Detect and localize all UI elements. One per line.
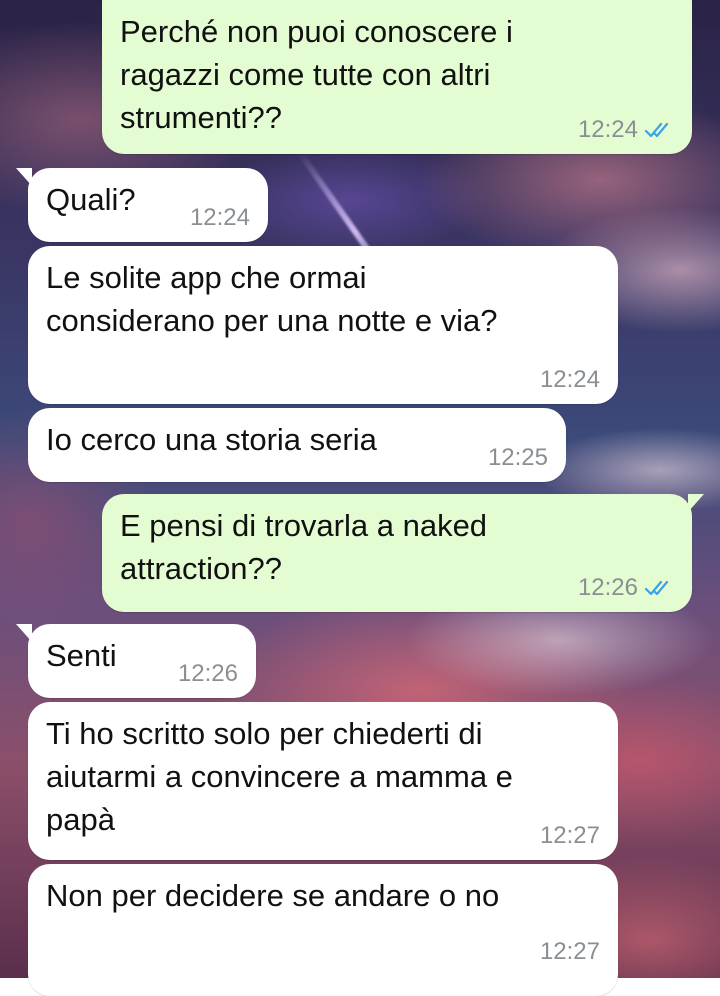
bubble-tail — [688, 494, 704, 512]
message-text: Le solite app che ormai considerano per … — [46, 260, 498, 338]
message-meta: 12:25 — [488, 444, 548, 472]
message-meta: 12:27 — [540, 822, 600, 850]
message-meta: 12:24 — [190, 204, 250, 232]
message-text: Perché non puoi conoscere i ragazzi come… — [120, 14, 513, 135]
message-text: Senti — [46, 638, 117, 673]
message-time: 12:26 — [577, 574, 638, 601]
message-time: 12:24 — [189, 204, 250, 231]
message-text: Ti ho scritto solo per chiederti di aiut… — [46, 716, 513, 837]
message-meta: 12:26 — [178, 660, 238, 688]
double-check-icon — [644, 122, 669, 138]
message-text: E pensi di trovarla a naked attraction?? — [120, 508, 488, 586]
message-time: 12:26 — [177, 660, 238, 687]
message-bubble-incoming[interactable]: Senti 12:26 — [16, 624, 256, 698]
message-bubble-incoming[interactable]: Non per decidere se andare o no 12:27 — [28, 864, 618, 996]
message-text: Non per decidere se andare o no — [46, 878, 500, 913]
message-time: 12:24 — [577, 116, 638, 143]
bubble-tail — [16, 168, 32, 186]
message-bubble-incoming[interactable]: Io cerco una storia seria 12:25 — [28, 408, 566, 482]
message-meta: 12:24 — [540, 366, 600, 394]
message-time: 12:25 — [487, 444, 548, 471]
bubble-tail — [16, 624, 32, 642]
message-time: 12:27 — [539, 938, 600, 965]
message-meta: 12:24 — [578, 116, 674, 144]
message-text: Quali? — [46, 182, 136, 217]
message-time: 12:24 — [539, 366, 600, 393]
message-bubble-incoming[interactable]: Le solite app che ormai considerano per … — [28, 246, 618, 404]
message-bubble-outgoing[interactable]: E pensi di trovarla a naked attraction??… — [102, 494, 704, 612]
message-text: Io cerco una storia seria — [46, 422, 377, 457]
message-bubble-incoming[interactable]: Quali? 12:24 — [16, 168, 268, 242]
message-time: 12:27 — [539, 822, 600, 849]
message-meta: 12:26 — [578, 574, 674, 602]
message-bubble-outgoing[interactable]: Perché non puoi conoscere i ragazzi come… — [102, 0, 692, 154]
double-check-icon — [644, 580, 669, 596]
message-bubble-incoming[interactable]: Ti ho scritto solo per chiederti di aiut… — [28, 702, 618, 860]
message-meta: 12:27 — [540, 938, 600, 966]
